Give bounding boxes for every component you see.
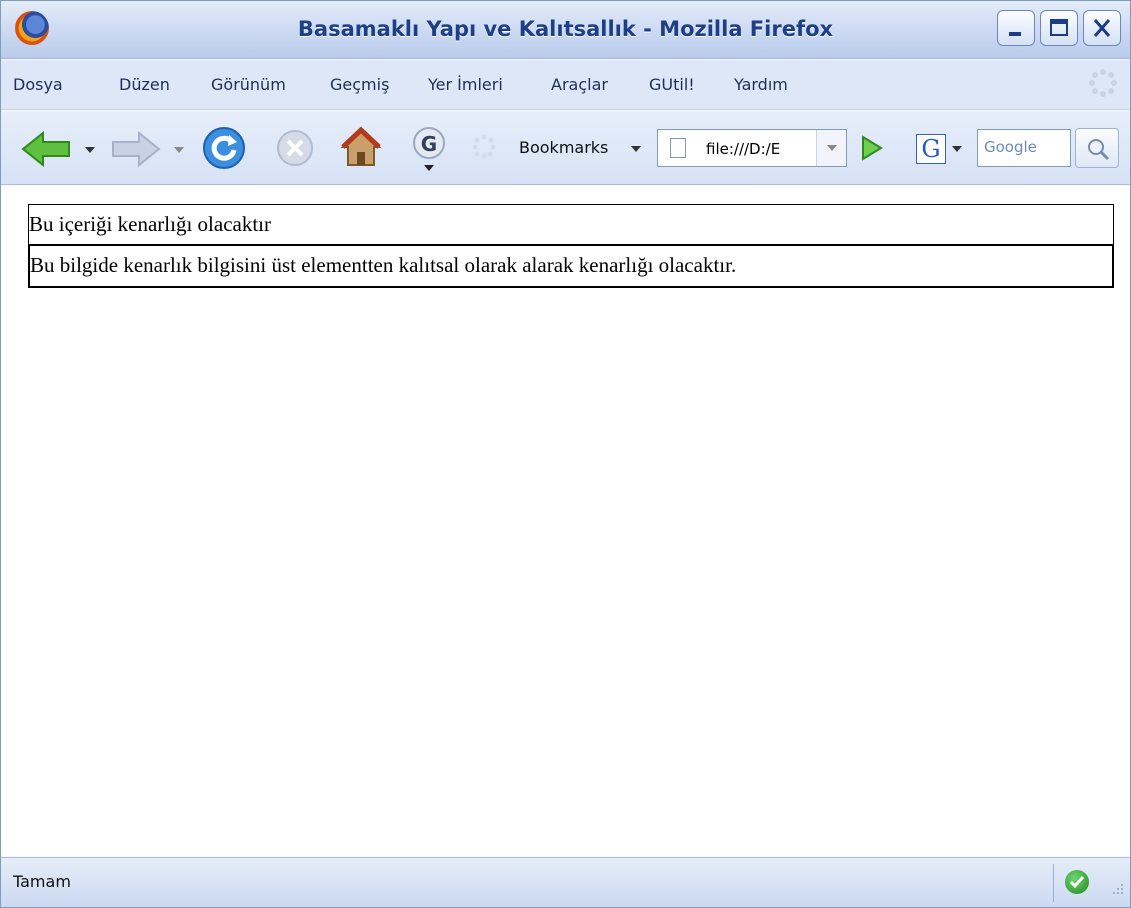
close-button[interactable]: [1083, 10, 1121, 46]
magnifier-icon: [1088, 139, 1110, 161]
status-text: Tamam: [13, 872, 71, 891]
reload-icon[interactable]: [201, 125, 247, 171]
url-bar[interactable]: file:///D:/E: [657, 129, 847, 167]
search-engine-g-icon[interactable]: G: [916, 134, 946, 164]
stop-icon[interactable]: [275, 128, 315, 168]
go-arrow-icon[interactable]: [859, 133, 885, 163]
search-box[interactable]: [977, 129, 1071, 167]
gutil-g-icon[interactable]: G: [411, 125, 447, 175]
outer-bordered-box: Bu içeriği kenarlığı olacaktır Bu bilgid…: [28, 204, 1114, 288]
maximize-icon: [1050, 19, 1068, 36]
menu-history[interactable]: Geçmiş: [330, 75, 389, 94]
checkmark-icon: [1069, 876, 1085, 889]
loading-spinner-icon: [472, 134, 496, 159]
search-input[interactable]: [978, 130, 1068, 164]
forward-arrow-icon[interactable]: [107, 129, 163, 169]
svg-text:G: G: [421, 132, 437, 156]
throbber-icon: [1089, 69, 1117, 97]
close-icon: [1093, 19, 1111, 37]
outer-box-text: Bu içeriği kenarlığı olacaktır: [29, 212, 271, 236]
status-divider: [1053, 864, 1054, 902]
bookmarks-dropdown-icon[interactable]: [631, 146, 641, 152]
menu-help[interactable]: Yardım: [734, 75, 788, 94]
page-content: Bu içeriği kenarlığı olacaktır Bu bilgid…: [1, 186, 1130, 856]
url-input[interactable]: file:///D:/E: [706, 140, 816, 158]
menu-view[interactable]: Görünüm: [211, 75, 286, 94]
minimize-button[interactable]: [997, 10, 1035, 46]
bookmarks-button[interactable]: Bookmarks: [519, 138, 608, 157]
page-icon: [670, 138, 686, 158]
status-ok-icon[interactable]: [1065, 870, 1089, 894]
search-engine-dropdown-icon[interactable]: [952, 146, 962, 152]
title-bar[interactable]: Basamaklı Yapı ve Kalıtsallık - Mozilla …: [1, 1, 1130, 59]
inner-bordered-box: Bu bilgide kenarlık bilgisini üst elemen…: [28, 244, 1114, 288]
menu-bookmarks[interactable]: Yer İmleri: [428, 75, 503, 94]
back-dropdown-icon[interactable]: [85, 147, 95, 153]
search-button[interactable]: [1075, 128, 1119, 168]
menu-gutil[interactable]: GUtil!: [649, 75, 695, 94]
status-bar: Tamam: [1, 857, 1130, 907]
menu-tools[interactable]: Araçlar: [551, 75, 608, 94]
resize-grip-icon[interactable]: [1105, 880, 1125, 900]
forward-dropdown-icon[interactable]: [174, 147, 184, 153]
minimize-icon: [1009, 32, 1021, 36]
menu-edit[interactable]: Düzen: [119, 75, 170, 94]
browser-window: Basamaklı Yapı ve Kalıtsallık - Mozilla …: [0, 0, 1131, 908]
back-arrow-icon[interactable]: [19, 129, 75, 169]
menu-file[interactable]: Dosya: [13, 75, 63, 94]
home-icon[interactable]: [339, 125, 383, 169]
url-dropdown-icon: [827, 145, 837, 151]
window-title: Basamaklı Yapı ve Kalıtsallık - Mozilla …: [297, 17, 834, 41]
menu-bar: Dosya Düzen Görünüm Geçmiş Yer İmleri Ar…: [1, 60, 1130, 110]
url-history-dropdown[interactable]: [816, 130, 846, 166]
maximize-button[interactable]: [1040, 10, 1078, 46]
